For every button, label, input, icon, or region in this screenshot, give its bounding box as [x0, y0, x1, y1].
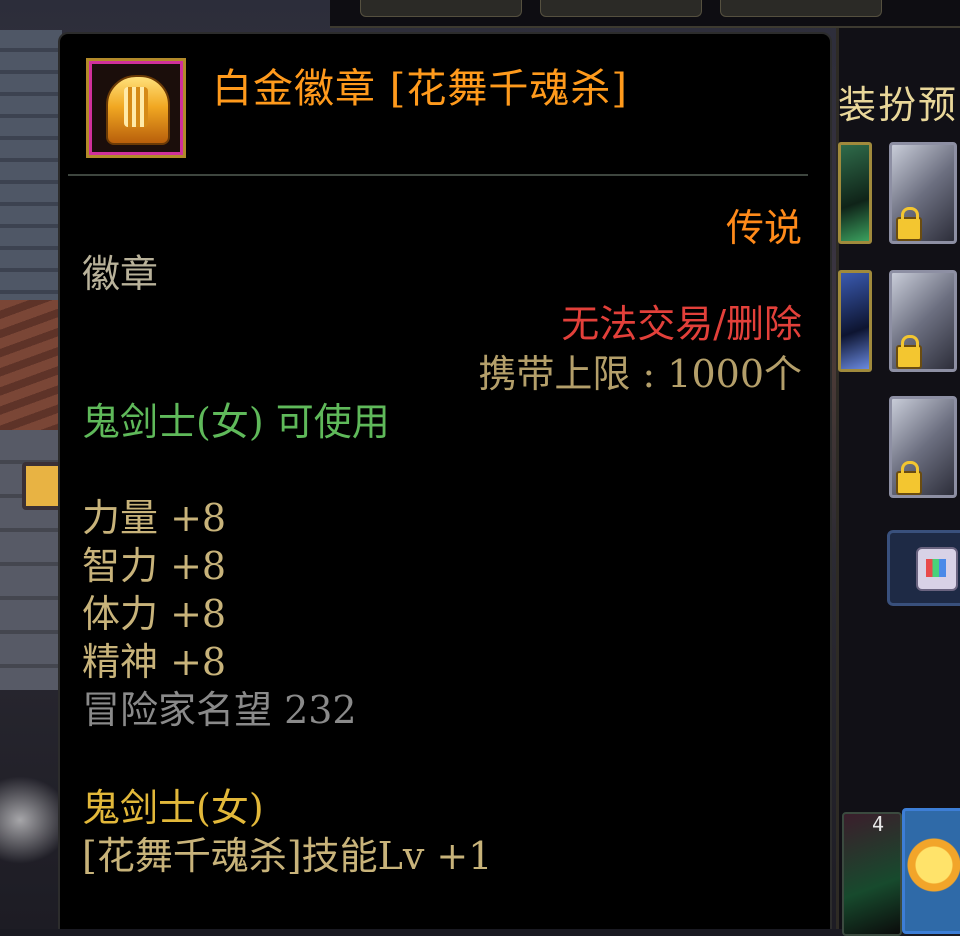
top-tab-bar	[330, 0, 960, 28]
background-roof	[0, 300, 62, 430]
avatar-preview-label[interactable]: 装扮预	[838, 74, 958, 129]
avatar-slot-face[interactable]	[889, 396, 957, 498]
platinum-emblem-icon	[86, 58, 186, 158]
skill-bonus: [花舞千魂杀]技能Lv +1	[82, 834, 493, 878]
trade-restriction: 无法交易/删除	[561, 302, 802, 346]
lock-icon	[896, 461, 922, 495]
stat-strength: 力量 +8	[82, 496, 227, 540]
top-tab-3[interactable]	[720, 0, 882, 17]
equipment-slot-weapon[interactable]	[838, 142, 872, 244]
top-tab-1[interactable]	[360, 0, 522, 17]
item-tooltip: 白金徽章 [花舞千魂杀] 传说 徽章 无法交易/删除 携带上限 : 1000个 …	[58, 32, 832, 929]
lock-icon	[896, 207, 922, 241]
stat-spirit: 精神 +8	[82, 640, 227, 684]
palette-icon	[916, 547, 958, 591]
top-tab-2[interactable]	[540, 0, 702, 17]
stat-vitality: 体力 +8	[82, 592, 227, 636]
emblem-graphic	[106, 75, 170, 145]
background-tower	[0, 30, 62, 310]
item-type: 徽章	[82, 252, 159, 296]
avatar-slot-hair[interactable]	[889, 142, 957, 244]
skill-slot-level: 4	[872, 812, 885, 836]
stat-intelligence: 智力 +8	[82, 544, 227, 588]
skill-slot-2[interactable]	[902, 808, 960, 934]
equipment-slot-2[interactable]	[838, 270, 872, 372]
skill-bonus-class: 鬼剑士(女)	[82, 786, 264, 830]
item-rarity: 传说	[725, 206, 802, 250]
item-name: 白金徽章 [花舞千魂杀]	[212, 66, 628, 112]
adventurer-fame: 冒险家名望 232	[82, 688, 357, 732]
carry-limit: 携带上限 : 1000个	[478, 352, 802, 396]
usable-class: 鬼剑士(女) 可使用	[82, 400, 390, 444]
wardrobe-button[interactable]	[887, 530, 960, 606]
avatar-slot-cap[interactable]	[889, 270, 957, 372]
divider	[68, 174, 808, 176]
lock-icon	[896, 335, 922, 369]
